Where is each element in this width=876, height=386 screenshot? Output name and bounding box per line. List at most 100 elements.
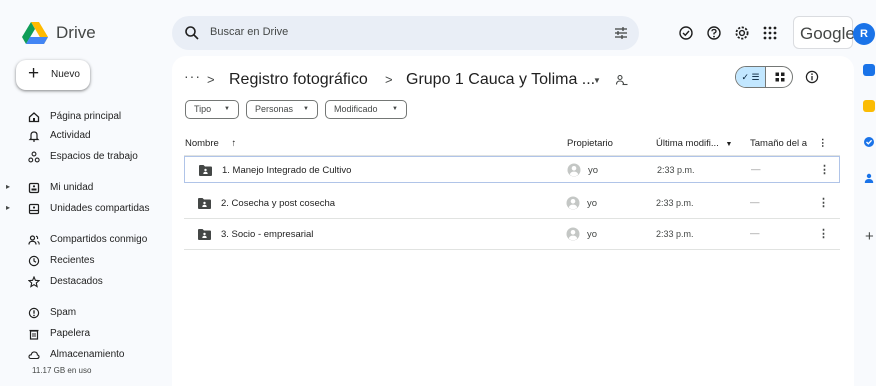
sort-ascending-icon[interactable]: ↑ — [231, 138, 236, 149]
grid-view-button[interactable] — [765, 67, 792, 87]
search-icon[interactable] — [184, 25, 200, 41]
file-name[interactable]: 1. Manejo Integrado de Cultivo — [222, 165, 351, 176]
file-size: — — [750, 228, 760, 239]
folder-menu-dropdown-icon[interactable]: ▼ — [593, 76, 601, 85]
column-options-more-icon[interactable]: ⋮ — [818, 138, 828, 149]
sort-dropdown-icon[interactable]: ▼ — [725, 141, 732, 148]
column-header-name[interactable]: Nombre ↑ — [185, 138, 236, 149]
nav-item-label: Mi unidad — [50, 182, 94, 193]
file-owner: yo — [588, 165, 599, 176]
file-name[interactable]: 3. Socio - empresarial — [221, 229, 313, 240]
drive-logo-icon[interactable] — [22, 22, 48, 44]
nav-item-label: Compartidos conmigo — [50, 234, 148, 245]
shared-folder-icon[interactable] — [615, 74, 629, 86]
nav-item-label: Actividad — [50, 130, 91, 141]
spam-icon — [28, 307, 40, 319]
chevron-down-icon: ▼ — [224, 106, 230, 112]
star-icon — [28, 276, 40, 288]
add-addon-plus-icon[interactable]: + — [865, 228, 874, 245]
file-row[interactable]: 1. Manejo Integrado de Cultivo yo 2:33 p… — [184, 156, 840, 183]
bell-icon — [28, 131, 40, 142]
grid-view-icon — [775, 72, 785, 82]
view-toggle: ✓ ☰ — [735, 66, 793, 88]
new-button[interactable]: + Nuevo — [16, 60, 90, 90]
nav-item-spam[interactable]: Spam — [0, 304, 170, 324]
nav-item-recent[interactable]: Recientes — [0, 252, 170, 272]
column-header-owner[interactable]: Propietario — [567, 138, 613, 149]
contacts-app-icon[interactable] — [863, 172, 875, 184]
file-name[interactable]: 2. Cosecha y post cosecha — [221, 198, 335, 209]
plus-icon: + — [28, 63, 40, 84]
people-icon — [28, 235, 40, 245]
type-filter-chip[interactable]: Tipo ▼ — [185, 100, 239, 119]
shared-folder-icon — [198, 198, 211, 209]
breadcrumb-overflow-button[interactable]: ··· — [184, 68, 201, 84]
column-header-label: Última modifi... — [656, 138, 719, 149]
expand-caret-icon[interactable]: ▸ — [6, 203, 10, 212]
keep-app-icon[interactable] — [863, 100, 875, 112]
nav-item-home[interactable]: Página principal — [0, 108, 170, 128]
owner-avatar-icon — [566, 227, 580, 241]
account-avatar[interactable]: R — [853, 23, 875, 45]
file-modified: 2:33 p.m. — [656, 229, 694, 239]
tasks-app-icon[interactable] — [863, 136, 875, 148]
nav-item-label: Página principal — [50, 111, 122, 122]
settings-gear-icon[interactable] — [734, 25, 750, 41]
search-options-icon[interactable] — [613, 25, 629, 41]
file-row[interactable]: 2. Cosecha y post cosecha yo 2:33 p.m. —… — [184, 190, 840, 217]
nav-item-storage[interactable]: Almacenamiento — [0, 346, 170, 366]
offline-status-icon[interactable] — [678, 25, 694, 41]
nav-item-trash[interactable]: Papelera — [0, 325, 170, 345]
column-header-modified[interactable]: Última modifi... ▼ — [656, 138, 732, 149]
modified-filter-chip[interactable]: Modificado ▼ — [325, 100, 407, 119]
shared-folder-icon — [199, 165, 212, 176]
nav-item-label: Almacenamiento — [50, 349, 125, 360]
shared-folder-icon — [198, 229, 211, 240]
nav-item-my-drive[interactable]: ▸ Mi unidad — [0, 179, 170, 199]
nav-item-label: Espacios de trabajo — [50, 151, 138, 162]
app-header: Drive Buscar en Drive Google R — [0, 8, 876, 56]
owner-avatar-icon — [567, 163, 581, 177]
chip-label: Tipo — [194, 104, 212, 114]
help-icon[interactable] — [706, 25, 722, 41]
my-drive-icon — [28, 182, 40, 194]
chevron-down-icon: ▼ — [303, 106, 309, 112]
more-actions-icon[interactable]: ⋮ — [819, 163, 830, 176]
apps-grid-icon[interactable] — [762, 25, 778, 41]
file-row[interactable]: 3. Socio - empresarial yo 2:33 p.m. — ⋮ — [184, 221, 840, 248]
trash-icon — [29, 329, 39, 340]
workspaces-icon — [28, 151, 40, 163]
file-modified: 2:33 p.m. — [657, 165, 695, 175]
people-filter-chip[interactable]: Personas ▼ — [246, 100, 318, 119]
nav-item-shared-drives[interactable]: ▸ Unidades compartidas — [0, 200, 170, 220]
nav-item-starred[interactable]: Destacados — [0, 273, 170, 293]
chip-label: Personas — [255, 104, 294, 114]
search-placeholder[interactable]: Buscar en Drive — [210, 26, 288, 38]
row-divider — [184, 218, 840, 219]
search-bar[interactable]: Buscar en Drive — [172, 16, 639, 50]
file-modified: 2:33 p.m. — [656, 198, 694, 208]
nav-item-label: Destacados — [50, 276, 103, 287]
calendar-app-icon[interactable] — [863, 64, 875, 76]
shared-drives-icon — [28, 203, 40, 215]
clock-icon — [28, 255, 40, 267]
nav-item-label: Papelera — [50, 328, 91, 339]
file-size: — — [750, 197, 760, 208]
list-view-button[interactable]: ✓ ☰ — [736, 67, 765, 87]
more-actions-icon[interactable]: ⋮ — [818, 196, 829, 209]
column-header-size[interactable]: Tamaño del a — [750, 138, 810, 149]
nav-item-activity[interactable]: Actividad — [0, 127, 170, 147]
new-button-label: Nuevo — [51, 69, 80, 80]
app-name[interactable]: Drive — [56, 23, 96, 43]
details-info-icon[interactable] — [805, 70, 819, 84]
top-strip — [0, 0, 876, 8]
breadcrumb-current-folder[interactable]: Grupo 1 Cauca y Tolima ... — [406, 71, 595, 89]
breadcrumb-parent[interactable]: Registro fotográfico — [229, 71, 368, 89]
row-divider — [184, 249, 840, 250]
nav-item-workspaces[interactable]: Espacios de trabajo — [0, 148, 170, 168]
expand-caret-icon[interactable]: ▸ — [6, 182, 10, 191]
more-actions-icon[interactable]: ⋮ — [818, 227, 829, 240]
google-account-brand[interactable]: Google — [793, 16, 855, 49]
nav-item-shared-with-me[interactable]: Compartidos conmigo — [0, 231, 170, 251]
home-icon — [28, 112, 40, 123]
